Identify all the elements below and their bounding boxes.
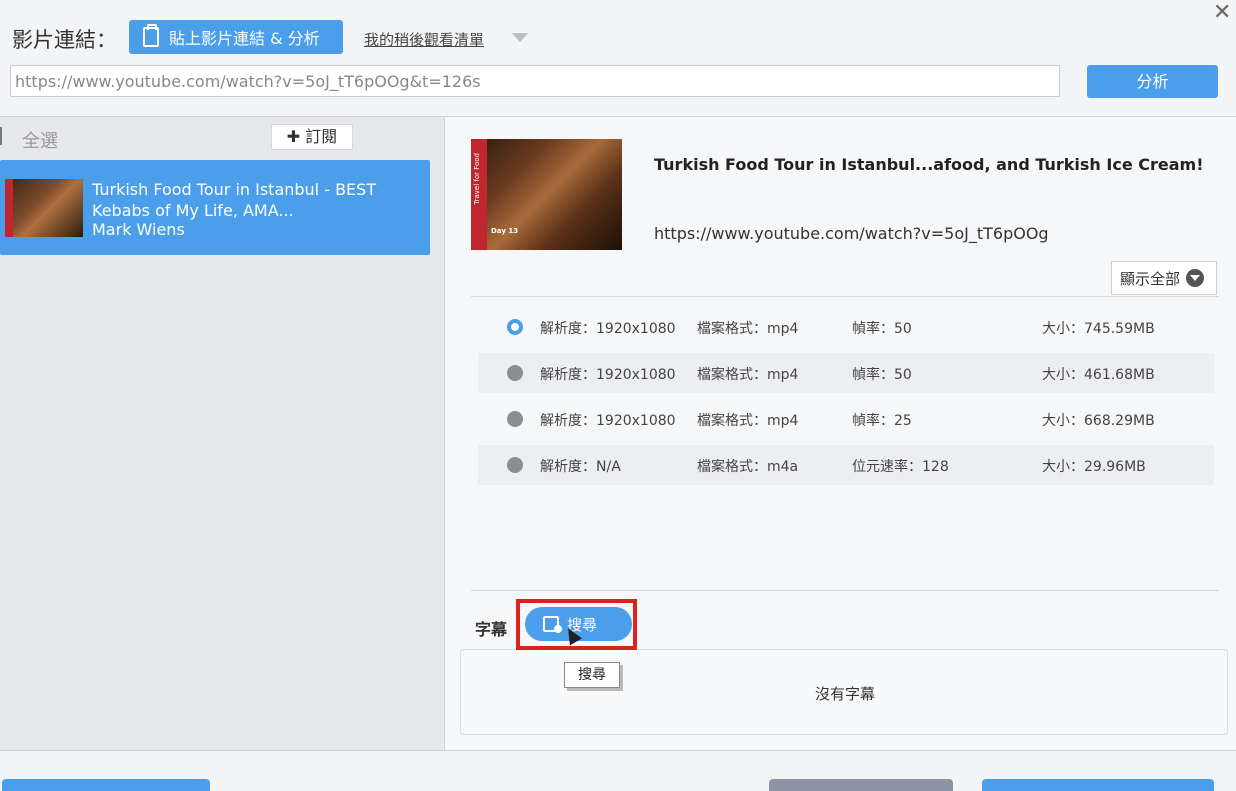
bottom-button-right[interactable] [982,779,1214,791]
video-title: Turkish Food Tour in Istanbul...afood, a… [654,155,1204,174]
format-type: 檔案格式：mp4 [697,367,799,383]
format-size: 大小：745.59MB [1042,321,1155,337]
radio-unselected-icon[interactable] [507,457,523,473]
video-url: https://www.youtube.com/watch?v=5oJ_tT6p… [654,224,1049,243]
subtitle-search-icon [543,616,562,633]
divider [471,590,1219,591]
chevron-down-icon[interactable] [512,33,528,42]
format-size: 大小：461.68MB [1042,367,1155,383]
radio-selected-icon[interactable] [507,319,523,335]
subtitle-label: 字幕 [475,620,508,639]
video-link-label: 影片連結： [12,28,117,52]
url-input[interactable] [10,65,1060,97]
watch-later-link[interactable]: 我的稍後觀看清單 [364,29,484,50]
select-all-checkbox[interactable] [0,127,2,145]
bottom-bar [0,750,1236,791]
show-all-button[interactable]: 顯示全部 [1111,261,1217,295]
top-bar: 影片連結： 貼上影片連結 & 分析 我的稍後觀看清單 ✕ 分析 [0,0,1236,117]
format-rate: 位元速率：128 [852,459,949,475]
format-row[interactable]: 解析度：1920x1080 檔案格式：mp4 幀率：25 大小：668.29MB [478,399,1214,439]
video-thumbnail [5,179,83,237]
clipboard-icon [143,24,159,47]
format-row[interactable]: 解析度：1920x1080 檔案格式：mp4 幀率：50 大小：461.68MB [478,353,1214,393]
list-item-title: Turkish Food Tour in Istanbul - BEST Keb… [92,180,377,220]
format-rate: 幀率：50 [852,367,912,383]
format-type: 檔案格式：m4a [697,459,799,475]
format-resolution: 解析度：1920x1080 [540,367,676,383]
show-all-label: 顯示全部 [1120,269,1181,288]
thumbnail-side-text: Travel for Food [473,153,481,205]
format-resolution: 解析度：1920x1080 [540,413,676,429]
thumbnail-day-text: Day 13 [491,227,519,235]
format-type: 檔案格式：mp4 [697,413,799,429]
format-rate: 幀率：25 [852,413,912,429]
radio-unselected-icon[interactable] [507,365,523,381]
format-size: 大小：668.29MB [1042,413,1155,429]
divider [471,296,1219,297]
list-item-author: Mark Wiens [92,220,185,239]
close-icon[interactable]: ✕ [1213,0,1231,25]
analyze-button[interactable]: 分析 [1087,65,1218,98]
format-size: 大小：29.96MB [1042,459,1146,475]
video-thumbnail-large: Travel for Food Day 13 [471,139,622,250]
select-all-label[interactable]: 全選 [22,127,58,153]
bottom-button-middle[interactable] [769,779,953,791]
bottom-button-left[interactable] [2,779,210,791]
format-resolution: 解析度：N/A [540,459,621,475]
video-detail-panel: Travel for Food Day 13 Turkish Food Tour… [445,117,1236,750]
subscribe-button[interactable]: ✚ 訂閱 [271,124,353,150]
format-row[interactable]: 解析度：N/A 檔案格式：m4a 位元速率：128 大小：29.96MB [478,445,1214,485]
tooltip: 搜尋 [564,662,620,688]
paste-button-label: 貼上影片連結 & 分析 [169,29,320,48]
video-list-panel: 全選 ✚ 訂閱 Turkish Food Tour in Istanbul - … [0,117,445,750]
list-item[interactable]: Turkish Food Tour in Istanbul - BEST Keb… [0,160,430,255]
format-resolution: 解析度：1920x1080 [540,321,676,337]
dropdown-circle-icon [1186,269,1205,287]
radio-unselected-icon[interactable] [507,411,523,427]
format-rate: 幀率：50 [852,321,912,337]
paste-and-analyze-button[interactable]: 貼上影片連結 & 分析 [129,20,343,54]
format-row[interactable]: 解析度：1920x1080 檔案格式：mp4 幀率：50 大小：745.59MB [478,307,1214,347]
format-type: 檔案格式：mp4 [697,321,799,337]
